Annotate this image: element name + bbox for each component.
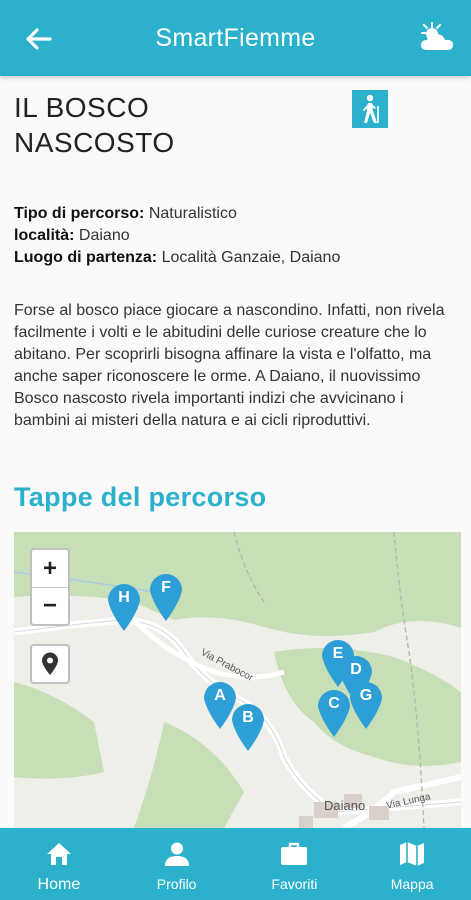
- arrow-left-icon: [26, 28, 52, 50]
- activity-badge: [352, 90, 388, 128]
- route-map[interactable]: Via Prabocor Via Lunga Daiano H F A B E …: [14, 532, 461, 828]
- info-value: Daiano: [78, 227, 130, 244]
- marker-label: H: [118, 589, 130, 606]
- route-title: IL BOSCO NASCOSTO: [14, 92, 175, 158]
- app-title: SmartFiemme: [155, 23, 316, 52]
- nav-profile[interactable]: Profilo: [118, 828, 236, 900]
- route-description: Forse al bosco piace giocare a nascondin…: [14, 302, 445, 429]
- marker-label: F: [161, 579, 171, 596]
- location-pin-icon: [42, 652, 58, 675]
- zoom-in-button[interactable]: +: [32, 550, 68, 587]
- nav-home[interactable]: Home: [0, 828, 118, 900]
- stage-marker-h[interactable]: H: [106, 582, 142, 632]
- marker-label: B: [242, 709, 254, 726]
- marker-label: C: [328, 695, 340, 712]
- bottom-navigation: Home Profilo Favoriti Mappa: [0, 828, 471, 900]
- weather-button[interactable]: [417, 20, 457, 56]
- zoom-control: + −: [30, 548, 70, 626]
- marker-label: G: [359, 687, 373, 704]
- map-icon: [400, 842, 425, 866]
- hiker-icon: [363, 94, 379, 123]
- info-label: località:: [14, 227, 75, 244]
- app-bar: SmartFiemme: [0, 0, 471, 76]
- info-value: Località Ganzaie, Daiano: [161, 249, 341, 266]
- info-row-type: Tipo di percorso: Naturalistico: [14, 203, 340, 225]
- nav-favorites[interactable]: Favoriti: [236, 828, 354, 900]
- marker-label: D: [350, 661, 362, 678]
- nav-label: Profilo: [156, 876, 197, 892]
- route-info: Tipo di percorso: Naturalistico località…: [14, 203, 340, 269]
- nav-label: Home: [37, 876, 81, 893]
- back-button[interactable]: [22, 22, 56, 56]
- zoom-out-button[interactable]: −: [32, 587, 68, 624]
- info-value: Naturalistico: [148, 205, 237, 222]
- info-label: Luogo di partenza:: [14, 249, 158, 266]
- info-row-locality: località: Daiano: [14, 225, 340, 247]
- nav-label: Favoriti: [271, 876, 318, 892]
- stage-marker-f[interactable]: F: [148, 572, 184, 622]
- info-row-start: Luogo di partenza: Località Ganzaie, Dai…: [14, 247, 340, 269]
- nav-label: Mappa: [390, 876, 434, 892]
- stages-title: Tappe del percorso: [14, 482, 267, 512]
- town-label: Daiano: [324, 798, 366, 813]
- stage-marker-b[interactable]: B: [230, 702, 266, 752]
- stage-marker-c[interactable]: C: [316, 688, 352, 738]
- partly-cloudy-icon: [421, 22, 453, 50]
- person-icon: [164, 842, 189, 866]
- home-icon: [46, 843, 71, 865]
- nav-map[interactable]: Mappa: [353, 828, 471, 900]
- route-detail: IL BOSCO NASCOSTO Tipo di percorso: Natu…: [0, 76, 471, 828]
- info-label: Tipo di percorso:: [14, 205, 145, 222]
- locate-button[interactable]: [30, 644, 70, 684]
- briefcase-icon: [281, 842, 308, 865]
- stage-marker-g[interactable]: G: [348, 680, 384, 730]
